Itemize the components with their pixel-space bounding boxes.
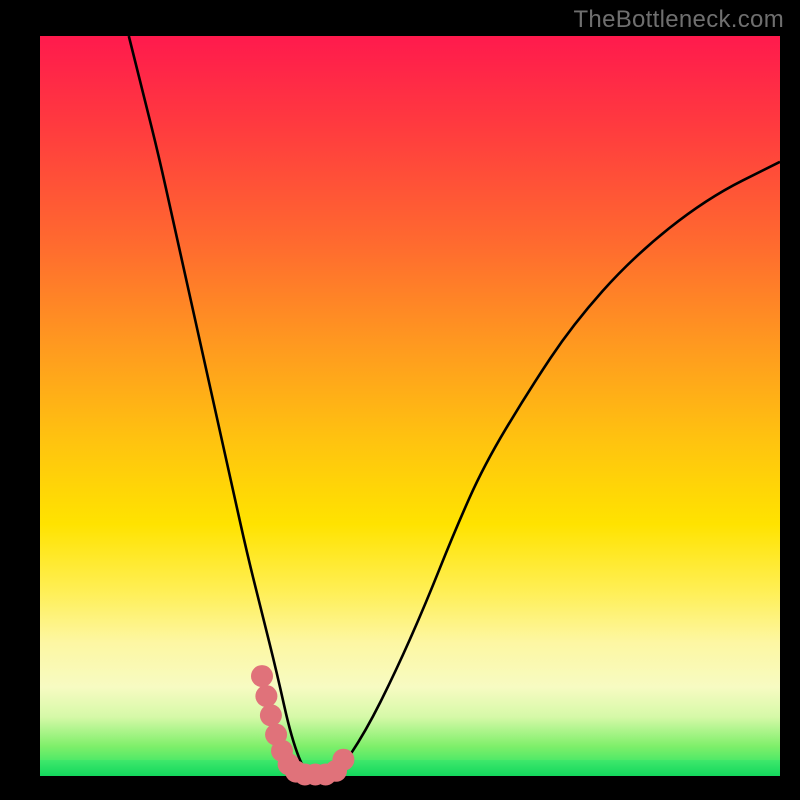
accent-dot [332,749,354,771]
accent-dot [251,665,273,687]
bottleneck-curve [129,36,780,776]
accent-dots-minimum [251,665,354,785]
chart-svg [40,36,780,776]
chart-frame: TheBottleneck.com [0,0,800,800]
accent-dot [260,704,282,726]
accent-dot [255,685,277,707]
watermark-text: TheBottleneck.com [573,6,784,34]
chart-plot-area [40,36,780,776]
